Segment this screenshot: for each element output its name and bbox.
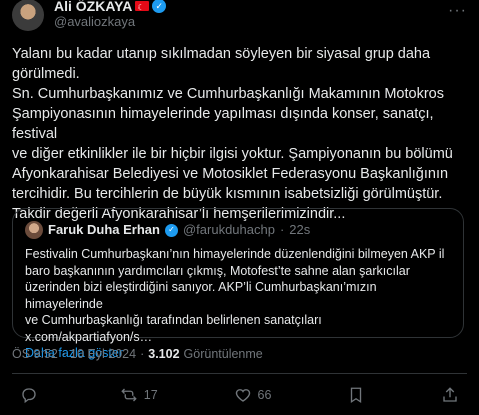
author-avatar[interactable] [12,0,44,31]
quoted-author-name: Faruk Duha Erhan [48,222,160,237]
heart-icon [235,389,250,402]
retweet-count: 17 [143,388,158,402]
views-count: 3.102 [148,347,180,361]
author-names: Ali ÖZKAYA ✓ @avaliozkaya [54,0,167,30]
retweet-button[interactable]: 17 [120,386,158,404]
tweet-meta: ÖS 9:52 · 10 Eyl 2024 · 3.102 Görüntülen… [12,347,263,361]
retweet-icon [121,388,137,402]
like-count: 66 [257,388,272,402]
quoted-verified-badge-icon: ✓ [164,223,178,237]
author-handle[interactable]: @avaliozkaya [54,14,166,30]
share-button[interactable] [441,386,459,404]
author-display-name[interactable]: Ali ÖZKAYA [54,0,132,14]
share-icon [443,387,457,402]
quoted-author-handle: @farukduhachp [182,222,275,237]
more-options-icon[interactable]: ··· [448,2,467,20]
meta-separator-2: · [140,347,145,361]
meta-separator: · [61,347,67,361]
divider [12,373,467,374]
bookmark-button[interactable] [347,386,365,404]
tweet-header: Ali ÖZKAYA ✓ @avaliozkaya ··· [12,0,467,34]
like-button[interactable]: 66 [234,386,272,404]
turkey-flag-icon [135,0,150,16]
action-bar: 17 66 [12,384,467,406]
quoted-timestamp: 22s [289,222,311,237]
verified-badge-icon: ✓ [152,0,167,13]
tweet-time[interactable]: ÖS 9:52 [12,347,58,361]
bookmark-icon [351,387,362,404]
quoted-author-avatar [25,221,43,239]
quoted-tweet[interactable]: Faruk Duha Erhan ✓ @farukduhachp · 22s F… [12,208,464,360]
quoted-tweet-text: Festivalin Cumhurbaşkanı’nın himayelerin… [25,247,445,344]
author-name-row: Ali ÖZKAYA ✓ [54,0,167,16]
tweet-text: Yalanı bu kadar utanıp sıkılmadan söyley… [12,46,453,222]
quoted-separator: · [279,222,285,237]
reply-button[interactable] [20,386,44,404]
reply-icon [22,388,36,404]
tweet-date[interactable]: 10 Eyl 2024 [70,347,136,361]
views-label: Görüntülenme [183,347,263,361]
quoted-tweet-header: Faruk Duha Erhan ✓ @farukduhachp · 22s [25,221,451,239]
